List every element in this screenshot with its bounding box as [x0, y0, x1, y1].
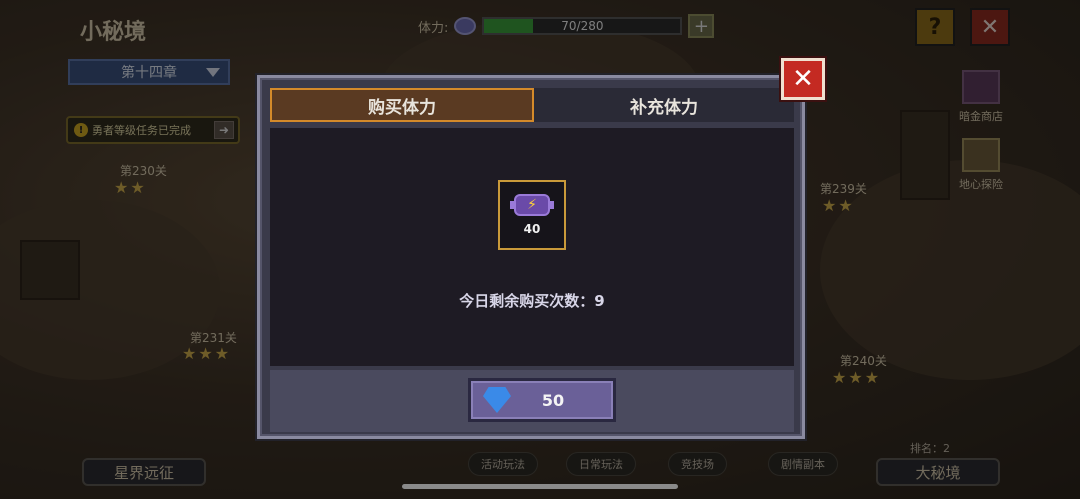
dialog-footer: 50 — [270, 370, 794, 432]
diamond-icon — [483, 387, 511, 413]
close-dialog-button[interactable]: ✕ — [781, 58, 825, 100]
buy-price: 50 — [541, 390, 565, 410]
buy-button[interactable]: 50 — [468, 378, 616, 422]
home-indicator[interactable] — [402, 484, 678, 489]
item-count: 40 — [523, 222, 541, 236]
tab-buy-stamina[interactable]: 购买体力 — [270, 88, 534, 122]
dialog-content: ⚡ 40 今日剩余购买次数：9 — [270, 128, 794, 366]
energy-battery-icon: ⚡ — [510, 194, 554, 216]
dialog-tabs: 购买体力 补充体力 — [270, 88, 794, 122]
stamina-item-slot[interactable]: ⚡ 40 — [498, 180, 566, 250]
stamina-purchase-dialog: 购买体力 补充体力 ⚡ 40 今日剩余购买次数：9 50 — [257, 75, 805, 439]
tab-refill-stamina[interactable]: 补充体力 — [534, 88, 794, 122]
remaining-purchases-text: 今日剩余购买次数：9 — [459, 292, 605, 310]
